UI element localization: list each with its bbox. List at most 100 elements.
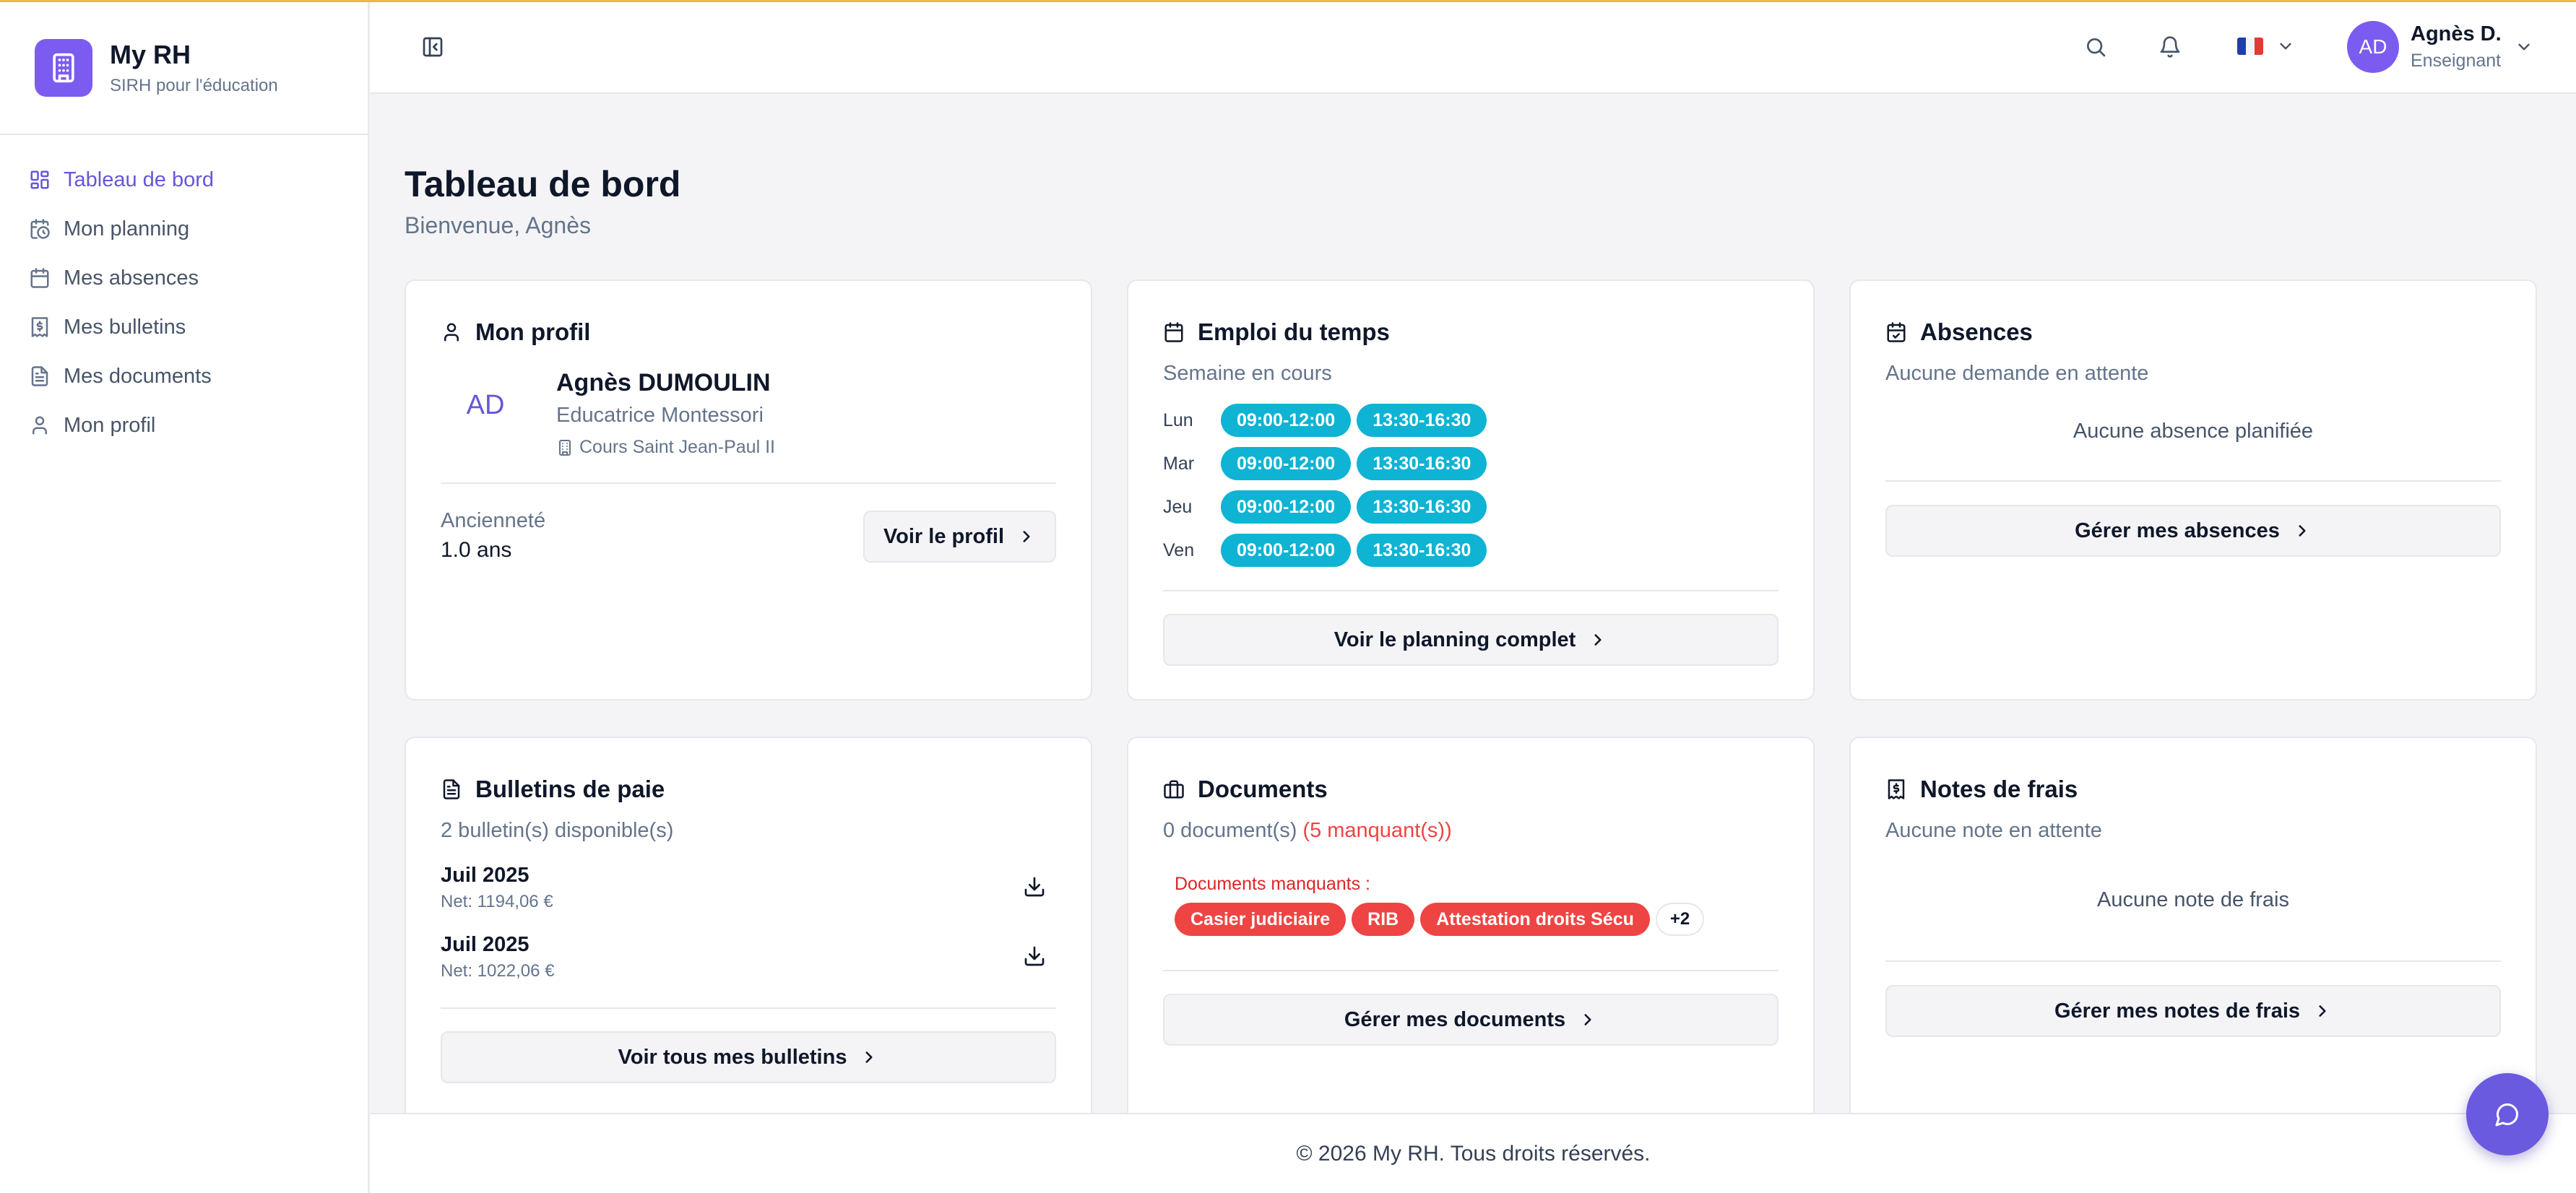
day-label: Mar bbox=[1163, 453, 1195, 474]
manage-expenses-button[interactable]: Gérer mes notes de frais bbox=[1885, 985, 2501, 1037]
manage-absences-button[interactable]: Gérer mes absences bbox=[1885, 505, 2501, 557]
notifications-button[interactable] bbox=[2158, 35, 2182, 62]
chevron-down-icon bbox=[2517, 43, 2530, 51]
time-slot: 09:00-12:00 bbox=[1221, 490, 1352, 524]
missing-documents-label: Documents manquants : bbox=[1175, 874, 1370, 894]
time-slot: 13:30-16:30 bbox=[1357, 490, 1487, 524]
sidebar-item-label: Tableau de bord bbox=[64, 168, 214, 191]
chevron-right-icon bbox=[2319, 1005, 2326, 1017]
search-icon bbox=[2087, 38, 2106, 57]
user-menu[interactable]: AD Agnès D. Enseignant bbox=[2347, 21, 2533, 73]
schedule-card: Emploi du temps Semaine en cours Lun 09:… bbox=[1127, 279, 1815, 700]
language-selector[interactable] bbox=[2237, 37, 2295, 56]
file-icon bbox=[31, 366, 48, 386]
top-header: AD Agnès D. Enseignant bbox=[371, 2, 2576, 94]
chevron-down-icon bbox=[2280, 43, 2291, 50]
view-full-schedule-button[interactable]: Voir le planning complet bbox=[1163, 614, 1778, 666]
card-subtitle: 2 bulletin(s) disponible(s) bbox=[441, 819, 674, 842]
sidebar: My RH SIRH pour l'éducation Tableau de b… bbox=[0, 2, 369, 1193]
card-title: Documents bbox=[1163, 776, 1328, 803]
day-label: Jeu bbox=[1163, 496, 1193, 517]
expenses-card: Notes de frais Aucune note en attente Au… bbox=[1849, 737, 2537, 1141]
manage-documents-button[interactable]: Gérer mes documents bbox=[1163, 994, 1778, 1046]
missing-document-badge: Casier judiciaire bbox=[1175, 903, 1347, 936]
dashboard-icon bbox=[30, 170, 49, 189]
payslip-net: Net: 1194,06 € bbox=[441, 892, 553, 911]
missing-document-badge: RIB bbox=[1352, 903, 1415, 936]
sidebar-item-mon-planning[interactable]: Mon planning bbox=[0, 204, 368, 253]
calendar-icon bbox=[1164, 322, 1183, 342]
chevron-right-icon bbox=[2299, 525, 2306, 537]
page-title: Tableau de bord bbox=[405, 164, 681, 204]
sidebar-item-label: Mon profil bbox=[64, 413, 156, 437]
schedule-row: Lun 09:00-12:00 13:30-16:30 bbox=[1163, 404, 1492, 437]
download-payslip-button[interactable] bbox=[1023, 945, 1046, 971]
card-title: Absences bbox=[1885, 318, 2033, 346]
sidebar-item-mes-documents[interactable]: Mes documents bbox=[0, 352, 368, 401]
sidebar-item-tableau-de-bord[interactable]: Tableau de bord bbox=[0, 155, 368, 204]
chat-button[interactable] bbox=[2466, 1073, 2549, 1155]
card-title: Bulletins de paie bbox=[441, 776, 665, 803]
more-missing-badge[interactable]: +2 bbox=[1655, 903, 1705, 936]
avatar: AD bbox=[2347, 21, 2399, 73]
sidebar-item-mes-bulletins[interactable]: Mes bulletins bbox=[0, 303, 368, 352]
list-item: Juil 2025 Net: 1194,06 € bbox=[441, 864, 553, 912]
french-flag-icon bbox=[2237, 38, 2263, 55]
seniority-label: Ancienneté bbox=[441, 509, 546, 532]
profile-card: Mon profil AD Agnès DUMOULIN Educatrice … bbox=[405, 279, 1092, 700]
receipt-icon bbox=[31, 317, 48, 337]
profile-avatar: AD bbox=[466, 389, 505, 420]
calendar-clock-icon bbox=[30, 219, 50, 239]
chevron-right-icon bbox=[1584, 1014, 1591, 1025]
card-title: Notes de frais bbox=[1885, 776, 2078, 803]
user-role: Enseignant bbox=[2411, 51, 2502, 71]
payslip-month: Juil 2025 bbox=[441, 864, 530, 887]
sidebar-item-mes-absences[interactable]: Mes absences bbox=[0, 253, 368, 303]
bell-icon bbox=[2160, 36, 2180, 58]
sidebar-item-label: Mes absences bbox=[64, 266, 199, 290]
view-all-payslips-button[interactable]: Voir tous mes bulletins bbox=[441, 1031, 1056, 1083]
sidebar-toggle-button[interactable] bbox=[421, 35, 444, 62]
user-icon bbox=[444, 323, 459, 342]
time-slot: 13:30-16:30 bbox=[1357, 534, 1487, 567]
profile-job: Educatrice Montessori bbox=[556, 404, 764, 427]
calendar-check-icon bbox=[1887, 322, 1906, 342]
card-title: Emploi du temps bbox=[1163, 318, 1390, 346]
card-title: Mon profil bbox=[441, 318, 590, 346]
profile-name: Agnès DUMOULIN bbox=[556, 369, 771, 396]
profile-school: Cours Saint Jean-Paul II bbox=[556, 437, 775, 458]
user-icon bbox=[33, 416, 47, 435]
card-subtitle: Aucune note en attente bbox=[1885, 819, 2102, 842]
search-button[interactable] bbox=[2084, 35, 2107, 62]
documents-card: Documents 0 document(s) (5 manquant(s)) … bbox=[1127, 737, 1815, 1141]
payslip-net: Net: 1022,06 € bbox=[441, 961, 555, 981]
time-slot: 13:30-16:30 bbox=[1357, 404, 1487, 437]
card-subtitle: 0 document(s) (5 manquant(s)) bbox=[1163, 819, 1452, 843]
sidebar-item-mon-profil[interactable]: Mon profil bbox=[0, 401, 368, 450]
divider bbox=[1885, 480, 2501, 482]
sidebar-nav: Tableau de bord Mon planning Mes absence… bbox=[0, 135, 368, 450]
page-subtitle: Bienvenue, Agnès bbox=[405, 212, 591, 238]
panel-left-icon bbox=[423, 37, 443, 57]
absences-card: Absences Aucune demande en attente Aucun… bbox=[1849, 279, 2537, 700]
schedule-row: Mar 09:00-12:00 13:30-16:30 bbox=[1163, 447, 1492, 480]
download-payslip-button[interactable] bbox=[1023, 875, 1046, 902]
divider bbox=[1163, 590, 1778, 591]
time-slot: 09:00-12:00 bbox=[1221, 404, 1352, 437]
brand[interactable]: My RH SIRH pour l'éducation bbox=[0, 2, 368, 135]
divider bbox=[441, 1007, 1056, 1009]
brand-title: My RH bbox=[110, 40, 191, 69]
day-label: Lun bbox=[1163, 409, 1193, 430]
sidebar-item-label: Mes documents bbox=[64, 364, 212, 388]
divider bbox=[441, 482, 1056, 484]
missing-documents-list: Casier judiciaire RIB Attestation droits… bbox=[1175, 903, 1705, 936]
building-icon bbox=[559, 439, 571, 456]
divider bbox=[1163, 970, 1778, 971]
file-text-icon bbox=[443, 779, 460, 799]
chevron-right-icon bbox=[865, 1051, 873, 1063]
time-slot: 13:30-16:30 bbox=[1357, 447, 1487, 480]
sidebar-item-label: Mes bulletins bbox=[64, 315, 186, 339]
user-name: Agnès D. bbox=[2411, 22, 2502, 45]
view-profile-button[interactable]: Voir le profil bbox=[863, 511, 1056, 563]
schedule-row: Ven 09:00-12:00 13:30-16:30 bbox=[1163, 534, 1492, 567]
